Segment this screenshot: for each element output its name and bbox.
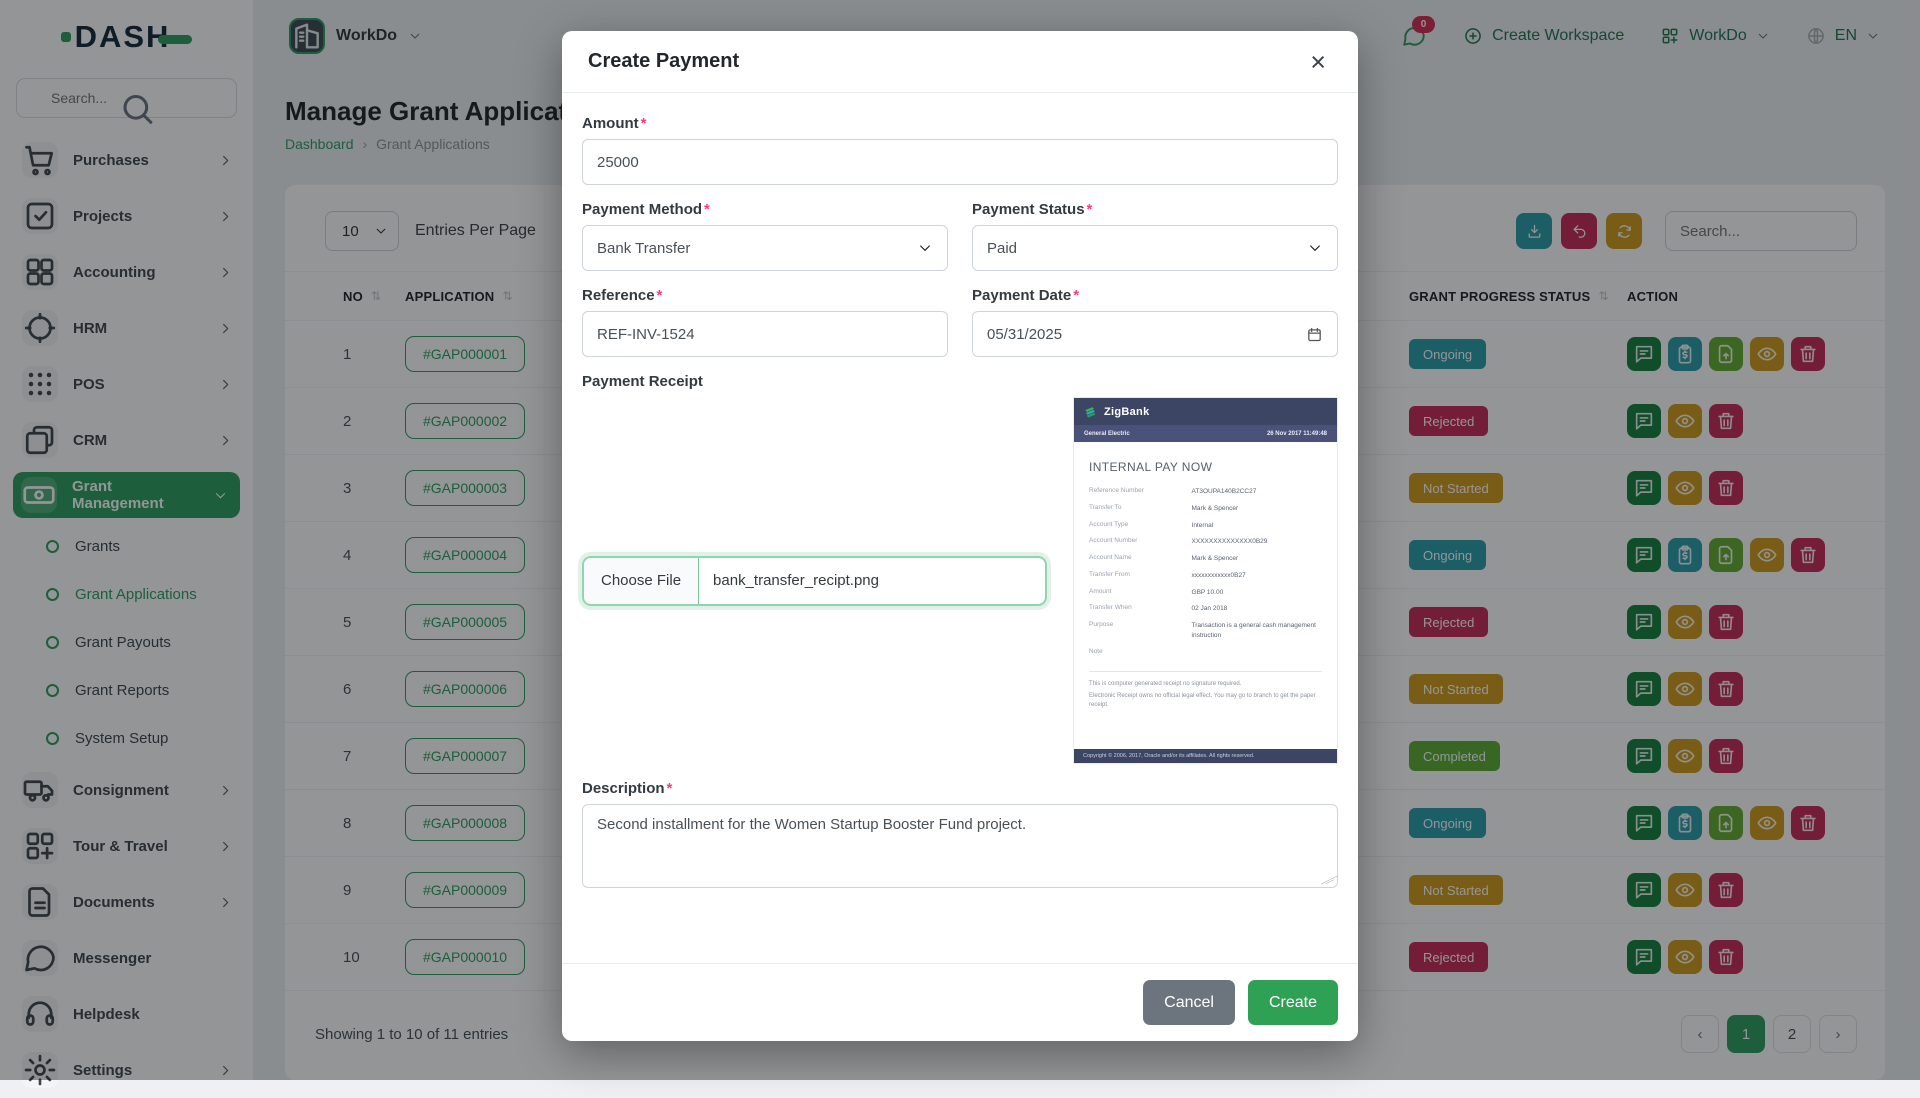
required-mark: * [667,780,673,797]
payment-status-select[interactable]: Paid [972,225,1338,271]
receipt-preview-image: ZigBank General Electric 26 Nov 2017 11:… [1073,397,1338,764]
selected-file-name: bank_transfer_recipt.png [699,558,893,604]
receipt-divider [1089,671,1322,672]
receipt-bank-header: ZigBank [1074,398,1337,425]
create-button[interactable]: Create [1248,980,1338,1025]
receipt-field: Account NameMark & Spencer [1089,554,1322,564]
create-payment-modal: Create Payment × Amount* Payment Method*… [562,31,1358,1041]
receipt-field: Account TypeInternal [1089,521,1322,531]
description-label-text: Description [582,780,665,797]
payment-receipt-file-input[interactable]: Choose File bank_transfer_recipt.png [582,556,1047,606]
receipt-field: Reference NumberAT3OUPA140B2CC27 [1089,487,1322,497]
zigbank-logo-text: ZigBank [1104,406,1150,418]
payment-date-label: Payment Date* [972,287,1338,304]
payment-receipt-label: Payment Receipt [582,373,1338,390]
receipt-field: PurposeTransaction is a general cash man… [1089,621,1322,641]
reference-field[interactable] [582,311,948,357]
receipt-copyright: Copyright © 2006, 2017, Oracle and/or it… [1074,749,1337,763]
receipt-field: AmountGBP 10.00 [1089,588,1322,598]
amount-field[interactable] [582,139,1338,185]
receipt-subheader: General Electric 26 Nov 2017 11:49:48 [1074,425,1337,442]
receipt-field: Note [1089,648,1322,655]
receipt-footnote: Electronic Receipt owns no official lega… [1089,692,1322,710]
modal-footer: Cancel Create [562,963,1358,1041]
description-label: Description* [582,780,1338,797]
payment-method-value: Bank Transfer [597,240,690,257]
modal-header: Create Payment × [562,31,1358,93]
payment-date-label-text: Payment Date [972,287,1071,304]
reference-label-text: Reference [582,287,655,304]
description-field[interactable]: Second installment for the Women Startup… [582,804,1338,888]
receipt-heading: INTERNAL PAY NOW [1089,460,1322,474]
payment-method-label: Payment Method* [582,201,948,218]
required-mark: * [1087,201,1093,218]
payment-status-label-text: Payment Status [972,201,1085,218]
close-icon[interactable]: × [1304,51,1332,73]
receipt-fields: Reference NumberAT3OUPA140B2CC27 Transfer… [1089,487,1322,655]
modal-title: Create Payment [588,50,739,73]
required-mark: * [657,287,663,304]
required-mark: * [1073,287,1079,304]
receipt-body: INTERNAL PAY NOW Reference NumberAT3OUPA… [1074,442,1337,749]
payment-date-value: 05/31/2025 [987,326,1062,343]
payment-method-label-text: Payment Method [582,201,702,218]
modal-body: Amount* Payment Method* Bank Transfer Pa… [562,93,1358,963]
amount-label: Amount* [582,115,1338,132]
chevron-down-icon [1307,240,1323,256]
receipt-footnote: This is computer generated receipt no si… [1089,680,1322,689]
amount-label-text: Amount [582,115,639,132]
payment-date-field[interactable]: 05/31/2025 [972,311,1338,357]
zigbank-logo-icon [1084,406,1098,418]
receipt-field: Transfer Fromxxxxxxxxxxxx0B27 [1089,571,1322,581]
payment-receipt-section: Choose File bank_transfer_recipt.png Zig… [582,397,1338,764]
choose-file-button[interactable]: Choose File [584,558,699,604]
cancel-button[interactable]: Cancel [1143,980,1235,1025]
receipt-datetime: 26 Nov 2017 11:49:48 [1267,431,1327,437]
reference-label: Reference* [582,287,948,304]
required-mark: * [641,115,647,132]
calendar-icon [1306,326,1323,343]
required-mark: * [704,201,710,218]
receipt-field: Transfer ToMark & Spencer [1089,504,1322,514]
receipt-company: General Electric [1084,431,1130,437]
payment-status-label: Payment Status* [972,201,1338,218]
receipt-field: Account NumberXXXXXXXXXXXXXX0B29 [1089,537,1322,547]
receipt-field: Transfer When02 Jan 2018 [1089,604,1322,614]
payment-status-value: Paid [987,240,1017,257]
payment-method-select[interactable]: Bank Transfer [582,225,948,271]
chevron-down-icon [917,240,933,256]
